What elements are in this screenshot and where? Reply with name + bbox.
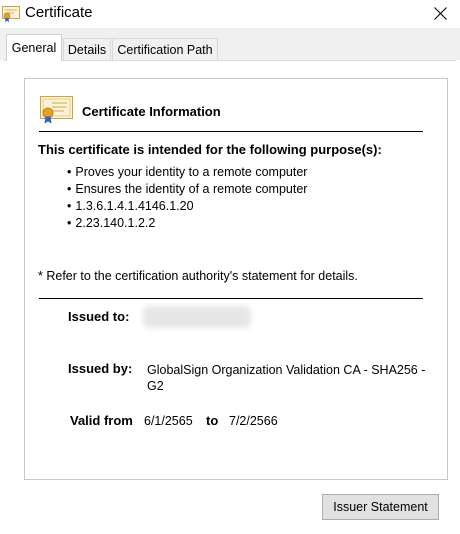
issued-to-label: Issued to: [68,309,130,324]
close-icon [433,6,447,20]
tab-general[interactable]: General [6,34,62,61]
window-title: Certificate [25,4,93,21]
divider [39,131,423,132]
tab-details[interactable]: Details [63,38,111,60]
statement-footnote: * Refer to the certification authority's… [38,269,358,283]
certificate-icon [40,96,73,124]
issuer-statement-button[interactable]: Issuer Statement [322,494,439,520]
purpose-item: 1.3.6.1.4.1.4146.1.20 [67,198,307,215]
divider [39,298,423,299]
issued-by-label: Issued by: [68,361,133,376]
purpose-list: Proves your identity to a remote compute… [67,164,307,232]
valid-to-value: 7/2/2566 [229,414,278,428]
issued-by-value: GlobalSign Organization Validation CA - … [147,363,426,393]
purpose-item: 2.23.140.1.2.2 [67,215,307,232]
title-bar: Certificate [0,0,460,28]
valid-from-value: 6/1/2565 [144,414,193,428]
purpose-item: Ensures the identity of a remote compute… [67,181,307,198]
purpose-title: This certificate is intended for the fol… [38,142,382,157]
certificate-info-box: Certificate Information This certificate… [24,78,448,480]
general-tab-panel: Certificate Information This certificate… [4,60,456,534]
issued-to-redacted-value [143,306,251,328]
purpose-item: Proves your identity to a remote compute… [67,164,307,181]
close-button[interactable] [426,1,454,25]
valid-from-label: Valid from [70,413,133,428]
tab-certification-path[interactable]: Certification Path [112,38,218,60]
valid-to-label: to [206,413,219,428]
certificate-info-heading: Certificate Information [82,104,221,119]
certificate-icon [2,6,20,22]
